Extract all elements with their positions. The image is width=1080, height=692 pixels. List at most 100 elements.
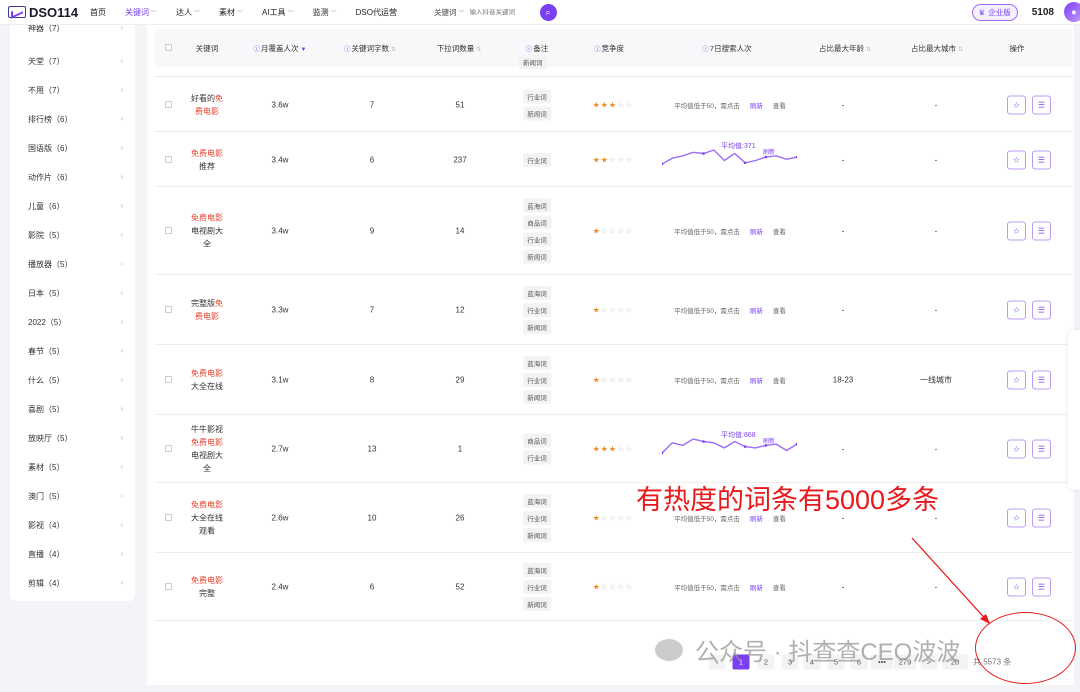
row-checkbox[interactable] (165, 583, 172, 590)
view-link[interactable]: 查看 (773, 229, 786, 236)
max-city-value: - (934, 582, 938, 592)
nav-dso-operation[interactable]: DSO代运营 (356, 7, 397, 18)
sidebar-category-item[interactable]: 国语版（6） › (28, 143, 123, 154)
col-monthly-cover[interactable]: ⓘ月覆盖人次 ▼ (254, 43, 307, 54)
sidebar-category-item[interactable]: 排行榜（6） › (28, 114, 123, 125)
trend-line (662, 438, 797, 454)
row-checkbox[interactable] (165, 445, 172, 452)
refresh-link[interactable]: 刷新 (750, 229, 763, 236)
view-link[interactable]: 查看 (773, 516, 786, 523)
col-max-city[interactable]: 占比最大城市 ⇅ (911, 43, 963, 54)
sidebar-category-item[interactable]: 动作片（6） › (28, 172, 123, 183)
chevron-down-icon: ﹀ (237, 10, 244, 17)
favorite-button[interactable]: ☆ (1007, 577, 1026, 597)
nav-home[interactable]: 首页 (90, 7, 106, 18)
note-tag: 行业词 (523, 152, 551, 167)
view-link[interactable]: 查看 (773, 378, 786, 385)
refresh-link[interactable]: 刷新 (763, 147, 775, 156)
sidebar-category-item[interactable]: 春节（5） › (28, 346, 123, 357)
sidebar-category-item[interactable]: 直播（4） › (28, 549, 123, 560)
row-checkbox[interactable] (165, 155, 172, 163)
detail-list-button[interactable]: ☰ (1032, 150, 1051, 169)
sidebar-category-item[interactable]: 放映厅（5） › (28, 433, 123, 444)
chevron-right-icon: › (120, 201, 123, 210)
sidebar-category-item[interactable]: 神器（7） › (28, 25, 123, 34)
sidebar-category-item[interactable]: 影视（4） › (28, 520, 123, 531)
refresh-link[interactable]: 刷新 (750, 585, 763, 592)
favorite-button[interactable]: ☆ (1007, 221, 1026, 241)
nav-creator[interactable]: 达人 ﹀ (176, 7, 200, 18)
sidebar-category-item[interactable]: 天堂（7） › (28, 56, 123, 67)
refresh-link[interactable]: 刷新 (763, 436, 775, 445)
nav-monitor[interactable]: 监测 ﹀ (313, 7, 337, 18)
row-checkbox[interactable] (165, 376, 172, 383)
favorite-button[interactable]: ☆ (1007, 150, 1026, 169)
nav-keyword[interactable]: 关键词 ﹀ (125, 7, 157, 18)
note-tags: 行业词 新闻词 (523, 86, 551, 123)
enterprise-badge[interactable]: ♛ 企业版 (971, 3, 1018, 21)
favorite-button[interactable]: ☆ (1007, 300, 1026, 320)
max-age-value: - (841, 305, 845, 315)
chevron-right-icon: › (120, 549, 123, 558)
sidebar-category-item[interactable]: 素材（5） › (28, 462, 123, 473)
refresh-link[interactable]: 刷新 (750, 378, 763, 385)
favorite-button[interactable]: ☆ (1007, 95, 1026, 114)
sidebar-category-item[interactable]: 喜剧（5） › (28, 404, 123, 415)
sidebar-category-item[interactable]: 日本（5） › (28, 288, 123, 299)
sidebar-category-item[interactable]: 2022（5） › (28, 317, 123, 328)
search-button[interactable]: ⌕ (539, 3, 557, 21)
view-link[interactable]: 查看 (773, 308, 786, 315)
keyword-link[interactable]: 好看的免 费电影 (191, 92, 223, 118)
detail-list-button[interactable]: ☰ (1032, 95, 1051, 114)
trend-point (743, 445, 747, 448)
search-type-select[interactable]: 关键词 ﹀ (434, 7, 465, 18)
keyword-link[interactable]: 免费电影 电视剧大全 (191, 212, 223, 251)
sidebar-category-item[interactable]: 什么（5） › (28, 375, 123, 386)
favorite-button[interactable]: ☆ (1007, 508, 1026, 528)
col-dropdown-count[interactable]: 下拉词数量 ⇅ (437, 43, 482, 54)
floating-side-panel[interactable] (1068, 330, 1080, 490)
detail-list-button[interactable]: ☰ (1032, 300, 1051, 320)
note-tag: 行业词 (523, 511, 551, 525)
keyword-link[interactable]: 牛牛影视 免费电影 电视剧大全 (191, 423, 223, 475)
detail-list-button[interactable]: ☰ (1032, 370, 1051, 390)
chevron-right-icon: › (120, 433, 123, 442)
detail-list-button[interactable]: ☰ (1032, 439, 1051, 459)
keyword-link[interactable]: 免费电影 大全在线 观看 (191, 499, 223, 538)
favorite-button[interactable]: ☆ (1007, 439, 1026, 459)
select-all-checkbox[interactable] (165, 44, 172, 51)
sidebar-category-item[interactable]: 剪辑（4） › (28, 578, 123, 589)
favorite-button[interactable]: ☆ (1007, 370, 1026, 390)
refresh-link[interactable]: 刷新 (750, 103, 763, 110)
refresh-link[interactable]: 刷新 (750, 516, 763, 523)
col-max-age[interactable]: 占比最大年龄 ⇅ (819, 43, 871, 54)
keyword-link[interactable]: 免费电影 推荐 (191, 147, 223, 173)
refresh-link[interactable]: 刷新 (750, 308, 763, 315)
row-checkbox[interactable] (165, 100, 172, 108)
detail-list-button[interactable]: ☰ (1032, 221, 1051, 241)
keyword-link[interactable]: 免费电影 大全在线 (191, 367, 223, 393)
detail-list-button[interactable]: ☰ (1032, 508, 1051, 528)
avatar[interactable]: ● (1064, 2, 1080, 22)
sidebar-item-label: 澳门（5） (28, 492, 65, 501)
keyword-link[interactable]: 完整版免 费电影 (191, 297, 223, 323)
nav-material[interactable]: 素材 ﹀ (219, 7, 243, 18)
note-tag: 行业词 (523, 303, 551, 317)
detail-list-button[interactable]: ☰ (1032, 577, 1051, 597)
search-input[interactable] (469, 8, 538, 16)
view-link[interactable]: 查看 (773, 585, 786, 592)
row-checkbox[interactable] (165, 514, 172, 521)
sidebar-category-item[interactable]: 影院（5） › (28, 230, 123, 241)
sidebar-category-item[interactable]: 播放器（5） › (28, 259, 123, 270)
sidebar-category-item[interactable]: 儿童（6） › (28, 201, 123, 212)
sidebar-category-item[interactable]: 澳门（5） › (28, 491, 123, 502)
keyword-link[interactable]: 免费电影 完整 (191, 574, 223, 600)
sidebar-category-item[interactable]: 不用（7） › (28, 85, 123, 96)
search-trend-cell: 平均值低于50，需点击 刷新 查看 (674, 305, 786, 315)
col-char-count[interactable]: ⓘ关键词字数 ⇅ (344, 43, 396, 54)
row-checkbox[interactable] (165, 306, 172, 313)
row-checkbox[interactable] (165, 227, 172, 234)
view-link[interactable]: 查看 (773, 103, 786, 110)
logo[interactable]: DSO114 (8, 5, 90, 20)
nav-ai-tools[interactable]: AI工具 ﹀ (262, 7, 294, 18)
